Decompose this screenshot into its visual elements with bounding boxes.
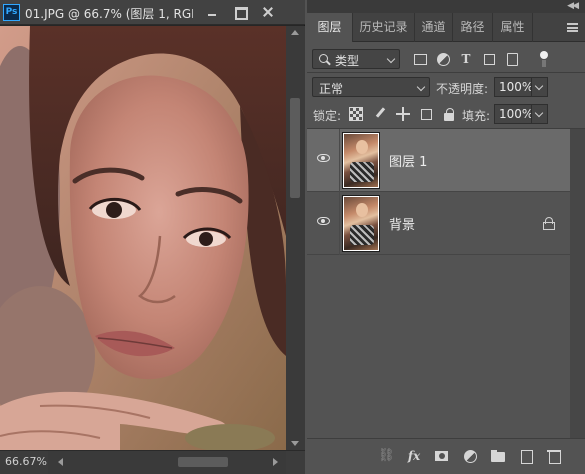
lock-icon xyxy=(543,217,555,230)
type-filter-icon[interactable]: T xyxy=(458,51,474,67)
layer-row[interactable]: 图层 1 xyxy=(307,129,570,192)
visibility-eye-icon[interactable] xyxy=(317,154,330,162)
layers-panel: ◀◀ 图层 历史记录 通道 路径 属性 类型 T 正常 不透明度: 100% 锁… xyxy=(307,0,585,474)
lock-position-icon[interactable] xyxy=(396,107,410,121)
panel-top-bar: ◀◀ xyxy=(307,0,585,13)
scroll-left-arrow-icon[interactable] xyxy=(58,458,63,466)
layer-name[interactable]: 背景 xyxy=(389,214,415,233)
lock-label: 锁定: xyxy=(313,109,342,123)
divider xyxy=(339,129,340,192)
divider xyxy=(307,72,585,73)
document-title: 01.JPG @ 66.7% (图层 1, RGB... xyxy=(25,7,193,21)
opacity-value: 100% xyxy=(499,80,534,94)
tab-channels[interactable]: 通道 xyxy=(415,13,453,42)
vertical-scrollbar[interactable] xyxy=(286,26,305,450)
fill-label: 填充: xyxy=(462,109,491,123)
search-icon xyxy=(319,54,328,63)
layers-scrollbar[interactable] xyxy=(570,129,585,438)
tab-properties[interactable]: 属性 xyxy=(493,13,533,42)
fill-value: 100% xyxy=(499,107,534,121)
new-group-folder-icon[interactable] xyxy=(490,448,506,464)
layer-thumbnail[interactable] xyxy=(342,132,380,189)
layers-bottom-toolbar: ⛓ fx xyxy=(307,438,585,474)
fx-icon[interactable]: fx xyxy=(406,448,422,464)
chevron-down-icon xyxy=(386,54,396,64)
portrait-photo xyxy=(0,26,286,450)
delete-layer-trash-icon[interactable] xyxy=(546,448,562,464)
photoshop-logo-icon: Ps xyxy=(3,4,20,21)
document-window: Ps 01.JPG @ 66.7% (图层 1, RGB... 66.67% xyxy=(0,0,305,474)
image-canvas[interactable] xyxy=(0,26,286,450)
blend-mode-value: 正常 xyxy=(319,82,344,96)
close-button[interactable] xyxy=(257,3,279,21)
minimize-button[interactable] xyxy=(201,3,223,21)
new-layer-icon[interactable] xyxy=(518,448,534,464)
tab-layers[interactable]: 图层 xyxy=(307,13,353,42)
layer-row[interactable]: 背景 xyxy=(307,192,570,255)
filter-toggle-icon[interactable] xyxy=(539,51,549,67)
add-mask-icon[interactable] xyxy=(434,448,450,464)
scroll-right-arrow-icon[interactable] xyxy=(273,458,278,466)
link-layers-icon[interactable]: ⛓ xyxy=(378,448,395,464)
status-bar: 66.67% xyxy=(0,450,305,474)
chevron-down-icon xyxy=(416,82,426,92)
adjustment-filter-icon[interactable] xyxy=(435,51,451,67)
layers-list: 图层 1 背景 xyxy=(307,129,570,438)
layer-name[interactable]: 图层 1 xyxy=(389,151,427,170)
lock-transparent-pixels-icon[interactable] xyxy=(349,107,363,121)
collapse-panel-icon[interactable]: ◀◀ xyxy=(567,1,579,11)
fill-dropdown-button[interactable] xyxy=(531,104,548,124)
panel-tabs: 图层 历史记录 通道 路径 属性 xyxy=(307,13,585,42)
scroll-up-arrow-icon[interactable] xyxy=(291,30,299,35)
smart-object-filter-icon[interactable] xyxy=(504,51,520,67)
horizontal-scroll-thumb[interactable] xyxy=(178,457,228,467)
visibility-eye-icon[interactable] xyxy=(317,217,330,225)
layer-filter-kind-select[interactable]: 类型 xyxy=(312,49,400,69)
vertical-scroll-thumb[interactable] xyxy=(290,98,300,198)
maximize-button[interactable] xyxy=(229,3,251,21)
horizontal-scrollbar[interactable] xyxy=(48,451,286,474)
panel-menu-icon[interactable] xyxy=(567,23,578,32)
opacity-dropdown-button[interactable] xyxy=(531,77,548,97)
new-adjustment-layer-icon[interactable] xyxy=(462,448,478,464)
filter-kind-value: 类型 xyxy=(335,54,360,68)
blend-mode-select[interactable]: 正常 xyxy=(312,77,430,97)
tab-paths[interactable]: 路径 xyxy=(453,13,493,42)
divider xyxy=(339,192,340,255)
lock-artboard-icon[interactable] xyxy=(419,107,433,121)
document-title-bar[interactable]: Ps 01.JPG @ 66.7% (图层 1, RGB... xyxy=(0,0,305,25)
opacity-label: 不透明度: xyxy=(436,82,489,96)
shape-filter-icon[interactable] xyxy=(481,51,497,67)
scroll-down-arrow-icon[interactable] xyxy=(291,441,299,446)
tab-history[interactable]: 历史记录 xyxy=(353,13,415,42)
lock-all-icon[interactable] xyxy=(442,107,456,121)
lock-image-pixels-icon[interactable] xyxy=(373,107,387,121)
zoom-level[interactable]: 66.67% xyxy=(5,455,47,468)
pixel-filter-icon[interactable] xyxy=(412,51,428,67)
layer-thumbnail[interactable] xyxy=(342,195,380,252)
